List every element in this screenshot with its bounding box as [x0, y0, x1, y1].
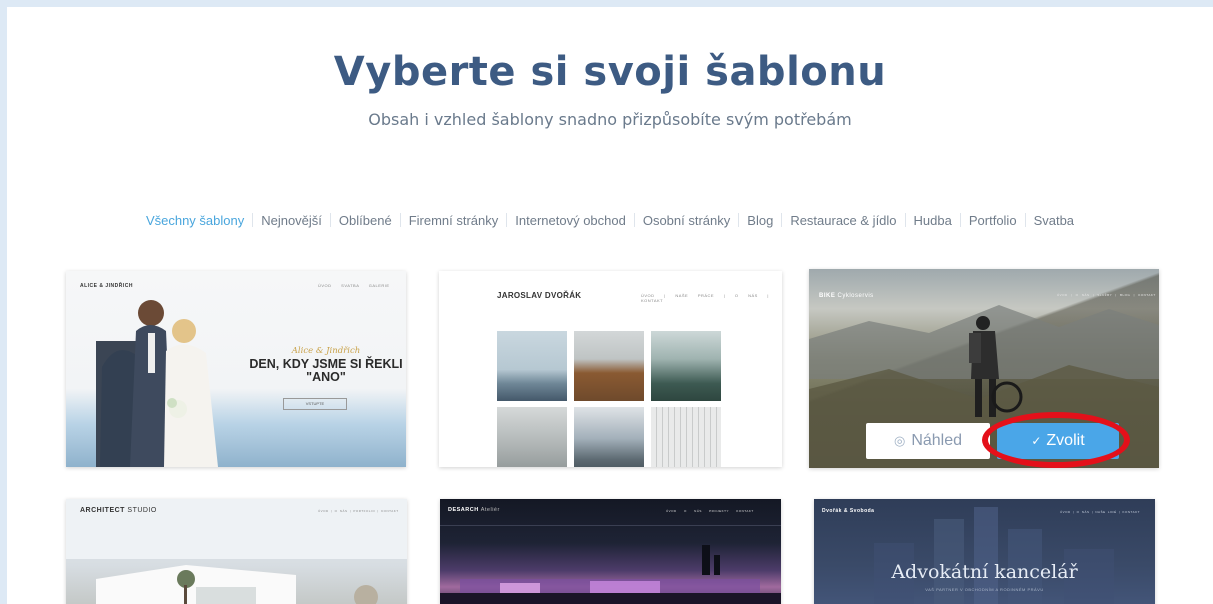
gallery-tile	[497, 407, 567, 467]
template-headline: Advokátní kancelář	[891, 561, 1078, 583]
template-tagline: VAŠ PARTNER V OBCHODNÍM A RODINNÉM PRÁVU	[925, 587, 1044, 592]
filter-music[interactable]: Hudba	[906, 213, 960, 228]
logo-bold: ARCHITECT	[80, 507, 125, 514]
gallery-tile	[651, 407, 721, 467]
template-card-law[interactable]: Dvořák & Svoboda ÚVOD | O NÁS | NAŠE LID…	[814, 499, 1155, 604]
eye-icon: ◎	[893, 433, 906, 448]
gallery-tile	[651, 331, 721, 401]
template-logo: ARCHITECT STUDIO	[80, 507, 157, 514]
template-card-wedding[interactable]: ALICE & JINDŘICH ÚVOD SVATBA GALERIE Ali…	[66, 271, 406, 467]
template-gallery-page: Vyberte si svoji šablonu Obsah i vzhled …	[7, 7, 1213, 604]
template-logo: JAROSLAV DVOŘÁK	[497, 291, 582, 300]
filter-wedding[interactable]: Svatba	[1026, 213, 1082, 228]
template-nav: ÚVOD | O NÁS | PORTFOLIO | KONTAKT	[318, 509, 399, 513]
headline-line: "ANO"	[306, 370, 346, 384]
filter-popular[interactable]: Oblíbené	[331, 213, 400, 228]
filter-all[interactable]: Všechny šablony	[138, 213, 252, 228]
preview-button-label: Náhled	[911, 432, 963, 449]
gallery-tile	[574, 407, 644, 467]
night-city-photo	[440, 525, 781, 604]
page-title: Vyberte si svoji šablonu	[333, 49, 887, 95]
template-logo: ALICE & JINDŘICH	[80, 283, 134, 289]
filter-blog[interactable]: Blog	[739, 213, 781, 228]
logo-bold: DESARCH	[448, 507, 479, 513]
template-card-portfolio[interactable]: JAROSLAV DVOŘÁK ÚVOD | NAŠE PRÁCE | O NÁ…	[439, 271, 782, 467]
logo-rest: Ateliér	[480, 507, 500, 513]
category-filters: Všechny šablony Nejnovější Oblíbené Firemní…	[7, 213, 1213, 228]
template-headline: DEN, KDY JSME SI ŘEKLI "ANO"	[236, 358, 406, 384]
highlight-ring	[982, 412, 1130, 468]
filter-eshop[interactable]: Internetový obchod	[507, 213, 634, 228]
template-cta: VSTUPTE	[283, 398, 347, 410]
template-nav: ÚVOD | O NÁS | SLUŽBY | BLOG | KONTAKT	[1057, 293, 1156, 297]
template-script-title: Alice & Jindřich	[291, 346, 361, 356]
gallery-tile	[574, 331, 644, 401]
gallery-tile	[497, 331, 567, 401]
template-logo: DESARCH Ateliér	[448, 507, 500, 513]
filter-restaurant[interactable]: Restaurace & jídlo	[782, 213, 904, 228]
preview-button[interactable]: ◎ Náhled	[866, 423, 990, 459]
template-card-architect[interactable]: ARCHITECT STUDIO ÚVOD | O NÁS | PORTFOLI…	[66, 499, 407, 604]
logo-rest: STUDIO	[127, 507, 157, 514]
logo-rest: Cykloservis	[837, 293, 874, 299]
template-nav: ÚVOD | NAŠE PRÁCE | O NÁS | KONTAKT	[641, 293, 769, 303]
template-logo: Dvořák & Svoboda	[822, 508, 875, 514]
template-nav: ÚVOD | O NÁS | NAŠE LIDÉ | KONTAKT	[1060, 510, 1140, 514]
template-nav: ÚVOD SVATBA GALERIE	[318, 283, 390, 288]
template-logo: BIKE Cykloservis	[819, 293, 874, 299]
filter-portfolio[interactable]: Portfolio	[961, 213, 1025, 228]
filter-personal[interactable]: Osobní stránky	[635, 213, 738, 228]
template-card-desarch[interactable]: DESARCH Ateliér ÚVOD O NÁS PROJEKTY KONT…	[440, 499, 781, 604]
template-nav: ÚVOD O NÁS PROJEKTY KONTAKT	[666, 509, 754, 513]
page-subtitle: Obsah i vzhled šablony snadno přizpůsobí…	[368, 110, 852, 129]
filter-newest[interactable]: Nejnovější	[253, 213, 330, 228]
logo-bold: BIKE	[819, 293, 836, 299]
filter-business[interactable]: Firemní stránky	[401, 213, 507, 228]
architecture-photo	[66, 499, 407, 604]
